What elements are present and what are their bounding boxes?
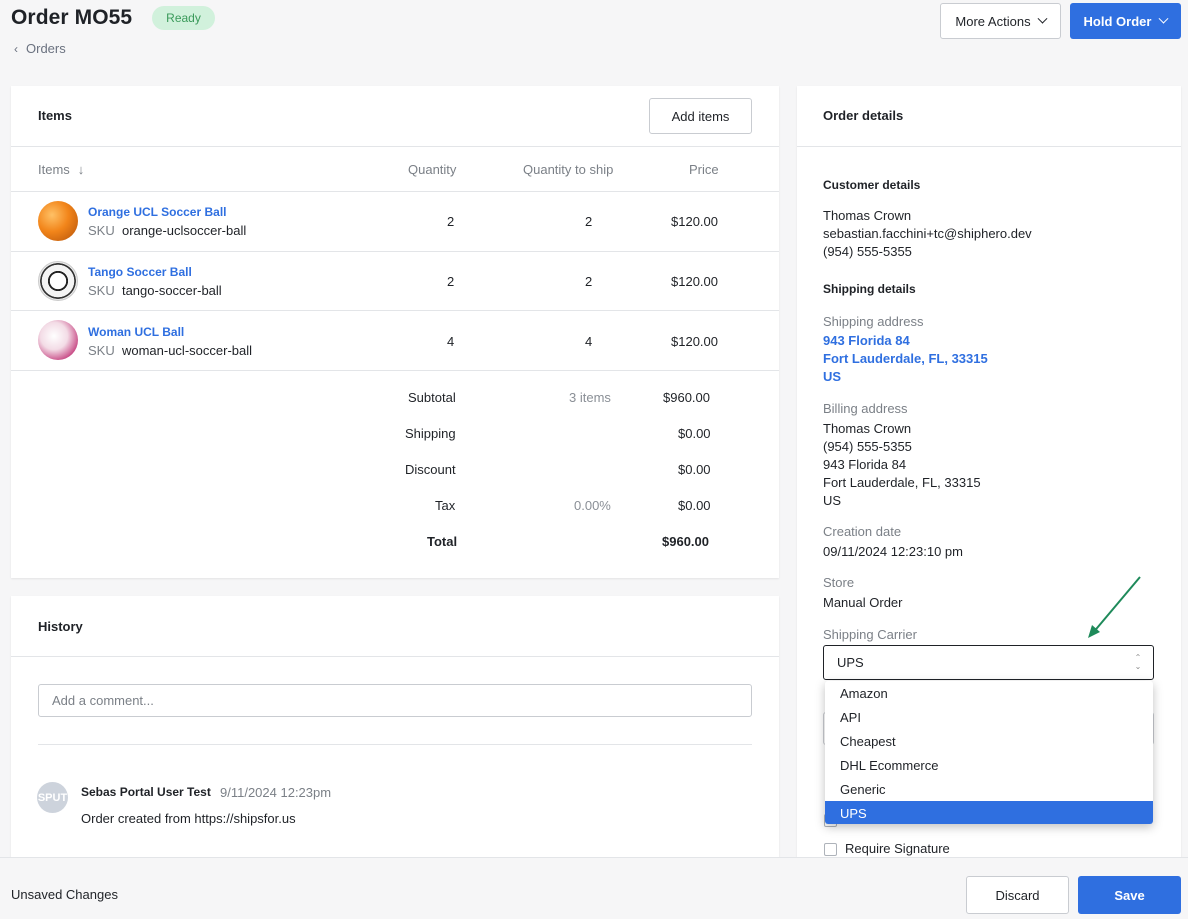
carrier-option-api[interactable]: API xyxy=(825,705,1153,729)
require-signature-label: Require Signature xyxy=(845,841,950,856)
back-to-orders-link[interactable]: ‹ Orders xyxy=(14,41,66,56)
column-header-price: Price xyxy=(689,162,719,177)
require-signature-checkbox[interactable] xyxy=(824,843,837,856)
product-image-woman-ucl-ball xyxy=(38,320,78,360)
table-row: Woman UCL Ball SKU woman-ucl-soccer-ball… xyxy=(11,311,779,370)
price-value: $120.00 xyxy=(671,214,718,229)
unsaved-changes-bar: Unsaved Changes Discard Save xyxy=(0,857,1188,919)
quantity-to-ship-value: 4 xyxy=(585,334,593,349)
shipping-details-heading: Shipping details xyxy=(823,282,916,296)
product-link[interactable]: Tango Soccer Ball xyxy=(88,265,192,279)
shipping-address-label: Shipping address xyxy=(823,314,924,329)
subtotal-value: $960.00 xyxy=(663,390,710,405)
chevron-down-icon xyxy=(1159,13,1169,24)
carrier-option-amazon[interactable]: Amazon xyxy=(825,681,1153,705)
history-user: Sebas Portal User Test xyxy=(81,785,211,799)
chevron-down-icon xyxy=(1037,13,1048,24)
tax-label: Tax xyxy=(435,498,456,513)
discount-label: Discount xyxy=(405,462,456,477)
status-badge: Ready xyxy=(152,6,215,30)
total-label: Total xyxy=(427,534,458,549)
product-sku: SKU woman-ucl-soccer-ball xyxy=(88,343,253,358)
product-sku: SKU orange-uclsoccer-ball xyxy=(88,223,247,238)
avatar: SPUT xyxy=(37,782,68,813)
comment-input[interactable]: Add a comment... xyxy=(38,684,752,717)
customer-phone: (954) 555-5355 xyxy=(823,244,912,259)
shipping-label: Shipping xyxy=(405,426,456,441)
billing-address-line: Fort Lauderdale, FL, 33315 xyxy=(823,475,981,490)
table-row: Orange UCL Soccer Ball SKU orange-uclsoc… xyxy=(11,192,779,251)
quantity-value: 4 xyxy=(447,334,455,349)
total-value: $960.00 xyxy=(662,534,709,549)
creation-date-label: Creation date xyxy=(823,524,902,539)
column-header-quantity: Quantity xyxy=(408,162,457,177)
hold-order-button[interactable]: Hold Order xyxy=(1070,3,1181,39)
creation-date-value: 09/11/2024 12:23:10 pm xyxy=(823,544,963,559)
page-title: Order MO55 xyxy=(11,6,133,29)
history-card: History Add a comment... SPUT Sebas Port… xyxy=(11,596,779,866)
shipping-carrier-dropdown: Amazon API Cheapest DHL Ecommerce Generi… xyxy=(825,681,1153,824)
table-row: Tango Soccer Ball SKU tango-soccer-ball … xyxy=(11,252,779,310)
shipping-carrier-label: Shipping Carrier xyxy=(823,627,917,642)
store-value: Manual Order xyxy=(823,595,903,610)
history-message: Order created from https://shipsfor.us xyxy=(81,811,296,826)
product-sku: SKU tango-soccer-ball xyxy=(88,283,222,298)
product-image-tango-ball xyxy=(38,261,78,301)
hold-order-label: Hold Order xyxy=(1083,13,1152,29)
shipping-value: $0.00 xyxy=(678,426,711,441)
carrier-option-ups[interactable]: UPS xyxy=(825,801,1153,824)
unsaved-changes-label: Unsaved Changes xyxy=(11,887,118,902)
billing-address-line: US xyxy=(823,493,842,508)
sort-arrow-down-icon: ↓ xyxy=(77,162,85,177)
product-link[interactable]: Orange UCL Soccer Ball xyxy=(88,205,227,219)
price-value: $120.00 xyxy=(671,274,718,289)
shipping-address-line[interactable]: US xyxy=(823,368,841,386)
order-details-card: Order details Customer details Thomas Cr… xyxy=(797,86,1181,876)
annotation-arrow-icon xyxy=(1088,576,1141,638)
billing-address-line: Thomas Crown xyxy=(823,421,912,436)
history-title: History xyxy=(38,619,83,634)
save-button[interactable]: Save xyxy=(1078,876,1181,914)
shipping-address-line[interactable]: Fort Lauderdale, FL, 33315 xyxy=(823,350,988,368)
items-card-title: Items xyxy=(38,108,72,123)
tax-rate: 0.00% xyxy=(574,498,611,513)
shipping-carrier-select[interactable]: UPS ⌃ ⌄ xyxy=(823,645,1154,680)
order-details-title: Order details xyxy=(823,108,904,123)
store-label: Store xyxy=(823,575,855,590)
quantity-to-ship-value: 2 xyxy=(585,214,593,229)
product-link[interactable]: Woman UCL Ball xyxy=(88,325,184,339)
product-image-orange-ball xyxy=(38,201,78,241)
price-value: $120.00 xyxy=(671,334,718,349)
history-timestamp: 9/11/2024 12:23pm xyxy=(220,785,332,800)
shipping-address-line[interactable]: 943 Florida 84 xyxy=(823,332,910,350)
discard-button[interactable]: Discard xyxy=(966,876,1069,914)
quantity-to-ship-value: 2 xyxy=(585,274,593,289)
billing-address-line: 943 Florida 84 xyxy=(823,457,907,472)
carrier-option-generic[interactable]: Generic xyxy=(825,777,1153,801)
billing-address-line: (954) 555-5355 xyxy=(823,439,912,454)
discount-value: $0.00 xyxy=(678,462,711,477)
quantity-value: 2 xyxy=(447,214,455,229)
more-actions-label: More Actions xyxy=(955,13,1031,29)
subtotal-label: Subtotal xyxy=(408,390,456,405)
column-header-items[interactable]: Items ↓ xyxy=(38,162,84,177)
customer-email: sebastian.facchini+tc@shiphero.dev xyxy=(823,226,1032,241)
carrier-option-cheapest[interactable]: Cheapest xyxy=(825,729,1153,753)
billing-address-label: Billing address xyxy=(823,401,908,416)
quantity-value: 2 xyxy=(447,274,455,289)
add-items-button[interactable]: Add items xyxy=(649,98,752,134)
chevron-left-icon: ‹ xyxy=(14,41,18,56)
customer-name: Thomas Crown xyxy=(823,208,912,223)
back-link-label: Orders xyxy=(26,41,66,56)
tax-value: $0.00 xyxy=(678,498,711,513)
carrier-option-dhl-ecommerce[interactable]: DHL Ecommerce xyxy=(825,753,1153,777)
subtotal-count: 3 items xyxy=(569,390,611,405)
more-actions-button[interactable]: More Actions xyxy=(940,3,1061,39)
updown-chevron-icon: ⌃ ⌄ xyxy=(1134,653,1142,671)
shipping-carrier-selected: UPS xyxy=(837,655,864,670)
items-card: Items Add items Items ↓ Quantity Quantit… xyxy=(11,86,779,578)
column-header-quantity-to-ship: Quantity to ship xyxy=(523,162,614,177)
customer-details-heading: Customer details xyxy=(823,178,921,192)
